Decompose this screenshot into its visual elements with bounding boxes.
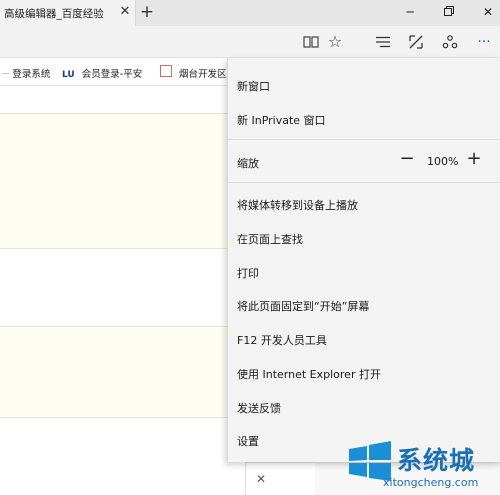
tab-title: 高级编辑器_百度经验 — [4, 8, 104, 20]
menu-item-new-inprivate[interactable]: 新 InPrivate 窗口 — [237, 112, 326, 128]
favorite-item[interactable]: LU 会员登录-平安 — [62, 66, 142, 80]
tab-bar: 高级编辑器_百度经验 ✕ + ─ ✕ — [0, 0, 500, 26]
content-block — [0, 113, 227, 249]
menu-item-dev-tools[interactable]: F12 开发人员工具 — [237, 332, 327, 348]
menu-item-cast-media[interactable]: 将媒体转移到设备上播放 — [237, 197, 358, 213]
favorite-item[interactable]: 烟台开发区 — [160, 65, 227, 80]
share-icon[interactable] — [439, 26, 461, 58]
menu-item-print[interactable]: 打印 — [237, 265, 259, 281]
reading-view-icon[interactable] — [300, 26, 322, 58]
close-icon[interactable]: ✕ — [256, 472, 266, 486]
toolbar: ☆ ··· — [0, 26, 500, 58]
menu-item-new-window[interactable]: 新窗口 — [237, 78, 270, 94]
favicon-icon — [160, 65, 172, 77]
more-icon[interactable]: ··· — [472, 26, 496, 58]
zoom-label: 缩放 — [237, 157, 259, 170]
favorite-label: 烟台开发区 — [179, 69, 227, 80]
minimize-icon[interactable]: ─ — [398, 3, 422, 21]
web-note-icon[interactable] — [405, 26, 427, 58]
menu-separator — [228, 182, 500, 183]
new-tab-icon[interactable]: + — [139, 2, 155, 22]
menu-item-find-on-page[interactable]: 在页面上查找 — [237, 231, 303, 247]
tab-active[interactable]: 高级编辑器_百度经验 ✕ — [0, 0, 136, 26]
favorite-star-icon[interactable]: ☆ — [324, 26, 346, 58]
close-icon[interactable]: ✕ — [118, 4, 132, 20]
more-actions-menu: 新窗口 新 InPrivate 窗口 缩放 − 100% + 将媒体转移到设备上… — [227, 58, 500, 462]
watermark: 系统城 xitongcheng.com — [345, 437, 500, 494]
maximize-icon[interactable] — [437, 3, 461, 21]
watermark-brand: 系统城 — [397, 446, 476, 475]
favorite-item[interactable]: ㅡ 登录系统 — [2, 66, 50, 80]
menu-item-settings[interactable]: 设置 — [237, 433, 259, 449]
favorite-badge: LU — [62, 70, 75, 80]
menu-separator — [228, 139, 500, 140]
close-window-icon[interactable]: ✕ — [476, 3, 500, 21]
zoom-in-icon[interactable]: + — [465, 150, 483, 168]
zoom-out-icon[interactable]: − — [398, 150, 416, 168]
favorite-badge: ㅡ — [2, 70, 10, 79]
hub-icon[interactable] — [372, 26, 394, 58]
watermark-domain: xitongcheng.com — [383, 476, 479, 489]
content-block — [0, 326, 227, 418]
favorite-label: 会员登录-平安 — [81, 69, 143, 80]
favorite-label: 登录系统 — [12, 69, 51, 80]
menu-item-open-with-ie[interactable]: 使用 Internet Explorer 打开 — [237, 366, 381, 382]
zoom-value: 100% — [427, 155, 459, 168]
menu-item-send-feedback[interactable]: 发送反馈 — [237, 400, 281, 416]
menu-item-pin-to-start[interactable]: 将此页面固定到“开始”屏幕 — [237, 298, 369, 314]
